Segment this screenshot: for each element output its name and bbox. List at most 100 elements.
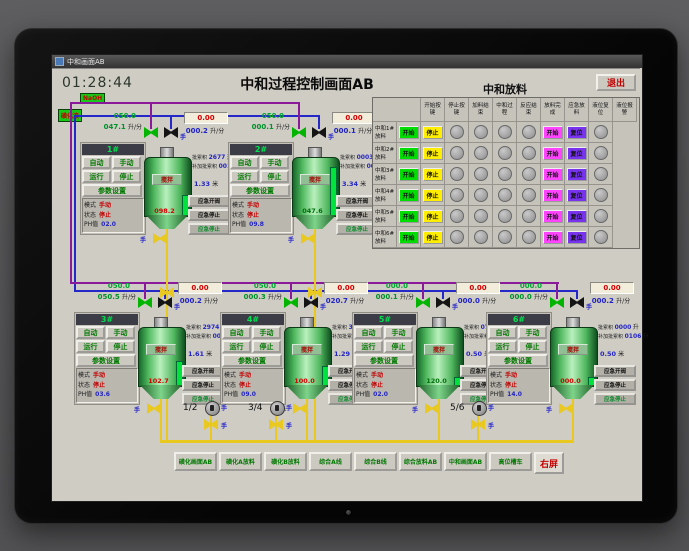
- discharge-valve-icon[interactable]: [293, 403, 307, 414]
- auto-button[interactable]: 自动: [354, 326, 383, 339]
- stir-button[interactable]: 搅拌: [558, 344, 588, 355]
- emergency-stop2-button[interactable]: 应急停止: [188, 223, 230, 235]
- nav-button[interactable]: 综合放料AB: [399, 452, 442, 471]
- feed-valve-icon[interactable]: [550, 297, 564, 308]
- auto-button[interactable]: 自动: [82, 156, 111, 169]
- nav-button[interactable]: 磺化A放料: [219, 452, 262, 471]
- run-button[interactable]: 运行: [230, 170, 259, 183]
- manual-button[interactable]: 手动: [260, 156, 289, 169]
- params-button[interactable]: 参数设置: [222, 354, 282, 367]
- params-button[interactable]: 参数设置: [76, 354, 136, 367]
- auto-button[interactable]: 自动: [222, 326, 251, 339]
- run-button[interactable]: 运行: [76, 340, 105, 353]
- feed-valve-icon[interactable]: [284, 297, 298, 308]
- nav-button[interactable]: 综合A线: [309, 452, 352, 471]
- feed-valve-icon[interactable]: [292, 127, 306, 138]
- stop-button[interactable]: 停止: [252, 340, 281, 353]
- start-button[interactable]: 开始: [398, 230, 419, 244]
- discharge-valve-icon[interactable]: [559, 403, 573, 414]
- stir-button[interactable]: 搅拌: [146, 344, 176, 355]
- emergency-discharge-button[interactable]: 开始: [542, 146, 563, 160]
- stir-button[interactable]: 搅拌: [300, 174, 330, 185]
- feed-valve-icon[interactable]: [144, 127, 158, 138]
- stir-button[interactable]: 搅拌: [424, 344, 454, 355]
- run-button[interactable]: 运行: [82, 170, 111, 183]
- nav-button[interactable]: 中和画面AB: [444, 452, 487, 471]
- stop-button[interactable]: 停止: [422, 167, 443, 181]
- nav-button[interactable]: 右屏: [534, 452, 564, 474]
- level-reset-button[interactable]: 复位: [566, 188, 587, 202]
- start-button[interactable]: 开始: [398, 125, 419, 139]
- aux-feed-valve-icon[interactable]: [164, 127, 178, 138]
- auto-button[interactable]: 自动: [488, 326, 517, 339]
- auto-button[interactable]: 自动: [230, 156, 259, 169]
- discharge-valve-icon[interactable]: [147, 403, 161, 414]
- stop-button[interactable]: 停止: [106, 340, 135, 353]
- stop-button[interactable]: 停止: [422, 125, 443, 139]
- run-button[interactable]: 运行: [488, 340, 517, 353]
- params-button[interactable]: 参数设置: [230, 184, 290, 197]
- nav-button[interactable]: 高位槽车: [489, 452, 532, 471]
- params-button[interactable]: 参数设置: [82, 184, 142, 197]
- level-reset-button[interactable]: 复位: [566, 125, 587, 139]
- emergency-discharge-button[interactable]: 开始: [542, 188, 563, 202]
- emergency-stop-button[interactable]: 应急停止: [594, 379, 636, 391]
- stop-button[interactable]: 停止: [260, 170, 289, 183]
- start-button[interactable]: 开始: [398, 167, 419, 181]
- pump-icon[interactable]: [270, 401, 285, 416]
- emergency-discharge-button[interactable]: 开始: [542, 125, 563, 139]
- emergency-open-button[interactable]: 应急开阀: [594, 365, 636, 377]
- params-button[interactable]: 参数设置: [354, 354, 414, 367]
- emergency-stop-button[interactable]: 应急停止: [182, 379, 224, 391]
- start-button[interactable]: 开始: [398, 209, 419, 223]
- auto-button[interactable]: 自动: [76, 326, 105, 339]
- start-button[interactable]: 开始: [398, 146, 419, 160]
- manual-button[interactable]: 手动: [384, 326, 413, 339]
- emergency-discharge-button[interactable]: 开始: [542, 209, 563, 223]
- emergency-open-button[interactable]: 应急开阀: [188, 195, 230, 207]
- discharge-valve-icon[interactable]: [301, 233, 315, 244]
- discharge-valve-icon[interactable]: [425, 403, 439, 414]
- stop-button[interactable]: 停止: [422, 230, 443, 244]
- aux-feed-valve-icon[interactable]: [436, 297, 450, 308]
- manual-button[interactable]: 手动: [112, 156, 141, 169]
- run-button[interactable]: 运行: [354, 340, 383, 353]
- level-reset-button[interactable]: 复位: [566, 230, 587, 244]
- emergency-discharge-button[interactable]: 开始: [542, 167, 563, 181]
- stop-button[interactable]: 停止: [112, 170, 141, 183]
- feed-valve-icon[interactable]: [416, 297, 430, 308]
- aux-feed-valve-icon[interactable]: [570, 297, 584, 308]
- aux-feed-valve-icon[interactable]: [304, 297, 318, 308]
- pump-icon[interactable]: [472, 401, 487, 416]
- nav-button[interactable]: 磺化画面AB: [174, 452, 217, 471]
- manual-button[interactable]: 手动: [518, 326, 547, 339]
- discharge-valve-icon[interactable]: [153, 233, 167, 244]
- nav-button[interactable]: 综合B线: [354, 452, 397, 471]
- manual-button[interactable]: 手动: [252, 326, 281, 339]
- exit-button[interactable]: 退出: [596, 74, 636, 91]
- stop-button[interactable]: 停止: [518, 340, 547, 353]
- stop-button[interactable]: 停止: [384, 340, 413, 353]
- aux-feed-valve-icon[interactable]: [312, 127, 326, 138]
- manual-button[interactable]: 手动: [106, 326, 135, 339]
- start-button[interactable]: 开始: [398, 188, 419, 202]
- pump-icon[interactable]: [205, 401, 220, 416]
- stop-button[interactable]: 停止: [422, 188, 443, 202]
- feed-valve-icon[interactable]: [138, 297, 152, 308]
- aux-feed-valve-icon[interactable]: [158, 297, 172, 308]
- emergency-stop2-button[interactable]: 应急停止: [594, 393, 636, 405]
- params-button[interactable]: 参数设置: [488, 354, 548, 367]
- level-reset-button[interactable]: 复位: [566, 209, 587, 223]
- stir-button[interactable]: 搅拌: [152, 174, 182, 185]
- stop-button[interactable]: 停止: [422, 209, 443, 223]
- emergency-open-button[interactable]: 应急开阀: [182, 365, 224, 377]
- nav-button[interactable]: 磺化B放料: [264, 452, 307, 471]
- level-reset-button[interactable]: 复位: [566, 167, 587, 181]
- run-button[interactable]: 运行: [222, 340, 251, 353]
- window-titlebar[interactable]: 中和画面AB: [52, 55, 642, 68]
- stir-button[interactable]: 搅拌: [292, 344, 322, 355]
- emergency-stop-button[interactable]: 应急停止: [188, 209, 230, 221]
- level-reset-button[interactable]: 复位: [566, 146, 587, 160]
- stop-button[interactable]: 停止: [422, 146, 443, 160]
- emergency-discharge-button[interactable]: 开始: [542, 230, 563, 244]
